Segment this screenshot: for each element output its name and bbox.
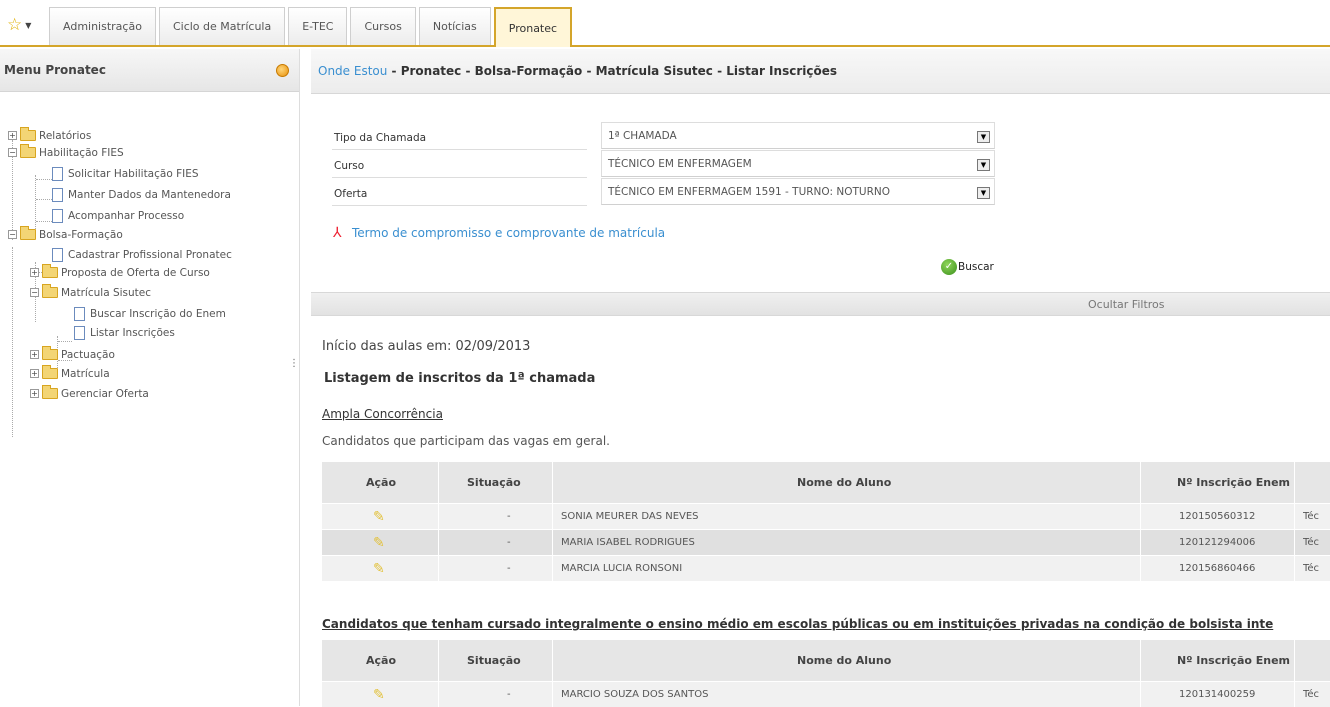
header-acao: Ação bbox=[366, 654, 397, 667]
table-row: ✎ - MARCIA LUCIA RONSONI 120156860466 Té… bbox=[322, 555, 1330, 581]
document-icon bbox=[74, 325, 85, 340]
inscritos-table-ampla: Ação Situação Nome do Aluno Nº Inscrição… bbox=[322, 462, 1330, 581]
folder-icon bbox=[20, 226, 36, 240]
ocultar-filtros-bar[interactable]: Ocultar Filtros bbox=[311, 292, 1330, 316]
table-row: ✎ - MARIA ISABEL RODRIGUES 120121294006 … bbox=[322, 529, 1330, 555]
expand-icon[interactable]: + bbox=[8, 131, 17, 140]
expand-icon[interactable]: + bbox=[30, 350, 39, 359]
termo-compromisso-link[interactable]: ⅄ Termo de compromisso e comprovante de … bbox=[333, 226, 665, 240]
candidatos-description: Candidatos que participam das vagas em g… bbox=[322, 434, 610, 448]
document-icon bbox=[74, 306, 85, 321]
collapse-icon[interactable] bbox=[276, 64, 289, 77]
tab-bar: Administração Ciclo de Matrícula E-TEC C… bbox=[49, 7, 573, 47]
sidebar-item-matricula-sisutec[interactable]: − Matrícula Sisutec bbox=[30, 284, 151, 301]
tab-pronatec[interactable]: Pronatec bbox=[493, 7, 573, 47]
edit-icon[interactable]: ✎ bbox=[373, 562, 387, 576]
chevron-down-icon: ▼ bbox=[25, 20, 32, 30]
folder-icon bbox=[20, 127, 36, 141]
sidebar-item-listar-inscricoes[interactable]: Listar Inscrições bbox=[74, 324, 175, 341]
collapse-node-icon[interactable]: − bbox=[8, 148, 17, 157]
header-situacao: Situação bbox=[467, 476, 521, 489]
filter-tipo-chamada: Tipo da Chamada 1ª CHAMADA ▼ bbox=[332, 122, 995, 150]
folder-icon bbox=[42, 264, 58, 278]
breadcrumb-link[interactable]: Onde Estou bbox=[318, 64, 387, 78]
sidebar-item-manter-dados[interactable]: Manter Dados da Mantenedora bbox=[52, 186, 231, 203]
tipo-chamada-select[interactable]: 1ª CHAMADA ▼ bbox=[601, 122, 995, 149]
tab-ciclo-de-matricula[interactable]: Ciclo de Matrícula bbox=[158, 7, 286, 45]
dropdown-arrow-icon[interactable]: ▼ bbox=[977, 187, 990, 199]
filter-label: Tipo da Chamada bbox=[334, 132, 427, 144]
edit-icon[interactable]: ✎ bbox=[373, 688, 387, 702]
document-icon bbox=[52, 187, 63, 202]
header-acao: Ação bbox=[366, 476, 397, 489]
main-content: Onde Estou - Pronatec - Bolsa-Formação -… bbox=[311, 49, 1330, 707]
table-row: ✎ - MARCIO SOUZA DOS SANTOS 120131400259… bbox=[322, 681, 1330, 707]
inscritos-table-escolas: Ação Situação Nome do Aluno Nº Inscrição… bbox=[322, 640, 1330, 707]
folder-icon bbox=[20, 144, 36, 158]
collapse-node-icon[interactable]: − bbox=[8, 230, 17, 239]
favorites-menu[interactable]: ☆ ▼ bbox=[7, 15, 43, 35]
filter-label: Curso bbox=[334, 160, 365, 172]
header-inscricao: Nº Inscrição Enem bbox=[1177, 476, 1291, 489]
ampla-concorrencia-heading: Ampla Concorrência bbox=[322, 407, 443, 421]
expand-icon[interactable]: + bbox=[30, 369, 39, 378]
tab-administracao[interactable]: Administração bbox=[49, 7, 156, 45]
oferta-select[interactable]: TÉCNICO EM ENFERMAGEM 1591 - TURNO: NOTU… bbox=[601, 178, 995, 205]
folder-icon bbox=[42, 346, 58, 360]
table-header: Ação Situação Nome do Aluno Nº Inscrição… bbox=[322, 640, 1330, 681]
document-icon bbox=[52, 247, 63, 262]
header-inscricao: Nº Inscrição Enem bbox=[1177, 654, 1291, 667]
edit-icon[interactable]: ✎ bbox=[373, 536, 387, 550]
ocultar-filtros-label: Ocultar Filtros bbox=[1088, 298, 1165, 311]
document-icon bbox=[52, 208, 63, 223]
folder-icon bbox=[42, 284, 58, 298]
curso-select[interactable]: TÉCNICO EM ENFERMAGEM ▼ bbox=[601, 150, 995, 177]
sidebar-item-buscar-inscricao[interactable]: Buscar Inscrição do Enem bbox=[74, 305, 226, 322]
sidebar-header: Menu Pronatec bbox=[0, 49, 299, 92]
sidebar-title: Menu Pronatec bbox=[4, 63, 106, 77]
filter-label: Oferta bbox=[334, 188, 368, 200]
sidebar-item-pactuacao[interactable]: + Pactuação bbox=[30, 346, 115, 363]
sidebar-item-relatorios[interactable]: + Relatórios bbox=[8, 127, 91, 144]
star-icon: ☆ bbox=[7, 14, 23, 35]
buscar-button[interactable]: ✓ Buscar bbox=[941, 259, 994, 275]
filter-oferta: Oferta TÉCNICO EM ENFERMAGEM 1591 - TURN… bbox=[332, 178, 995, 206]
folder-icon bbox=[42, 385, 58, 399]
check-icon: ✓ bbox=[941, 259, 957, 275]
splitter-handle[interactable]: ⋮ bbox=[289, 358, 299, 369]
sidebar: Menu Pronatec + Relatórios − Habilitação F… bbox=[0, 49, 300, 706]
header-situacao: Situação bbox=[467, 654, 521, 667]
document-icon bbox=[52, 166, 63, 181]
sidebar-item-bolsa-formacao[interactable]: − Bolsa-Formação bbox=[8, 226, 123, 243]
dropdown-arrow-icon[interactable]: ▼ bbox=[977, 131, 990, 143]
sidebar-item-habilitacao-fies[interactable]: − Habilitação FIES bbox=[8, 144, 124, 161]
tab-noticias[interactable]: Notícias bbox=[418, 7, 491, 45]
edit-icon[interactable]: ✎ bbox=[373, 510, 387, 524]
table-header: Ação Situação Nome do Aluno Nº Inscrição… bbox=[322, 462, 1330, 503]
sidebar-item-matricula[interactable]: + Matrícula bbox=[30, 365, 110, 382]
sidebar-item-proposta-oferta[interactable]: + Proposta de Oferta de Curso bbox=[30, 264, 210, 281]
filter-curso: Curso TÉCNICO EM ENFERMAGEM ▼ bbox=[332, 150, 995, 178]
pdf-icon: ⅄ bbox=[333, 225, 342, 241]
inicio-aulas: Início das aulas em: 02/09/2013 bbox=[322, 339, 531, 354]
folder-icon bbox=[42, 365, 58, 379]
sidebar-item-cadastrar-profissional[interactable]: Cadastrar Profissional Pronatec bbox=[52, 246, 232, 263]
escolas-publicas-heading: Candidatos que tenham cursado integralme… bbox=[322, 617, 1274, 631]
tab-e-tec[interactable]: E-TEC bbox=[288, 7, 348, 45]
breadcrumb-path: - Pronatec - Bolsa-Formação - Matrícula … bbox=[387, 64, 837, 78]
table-row: ✎ - SONIA MEURER DAS NEVES 120150560312 … bbox=[322, 503, 1330, 529]
expand-icon[interactable]: + bbox=[30, 389, 39, 398]
top-navigation: ☆ ▼ Administração Ciclo de Matrícula E-T… bbox=[0, 0, 1330, 47]
expand-icon[interactable]: + bbox=[30, 268, 39, 277]
collapse-node-icon[interactable]: − bbox=[30, 288, 39, 297]
listagem-title: Listagem de inscritos da 1ª chamada bbox=[324, 371, 596, 386]
header-nome: Nome do Aluno bbox=[797, 654, 892, 667]
breadcrumb: Onde Estou - Pronatec - Bolsa-Formação -… bbox=[311, 49, 1330, 94]
sidebar-item-acompanhar-processo[interactable]: Acompanhar Processo bbox=[52, 207, 184, 224]
tab-cursos[interactable]: Cursos bbox=[350, 7, 416, 45]
sidebar-item-solicitar-habilitacao[interactable]: Solicitar Habilitação FIES bbox=[52, 165, 199, 182]
header-nome: Nome do Aluno bbox=[797, 476, 892, 489]
sidebar-item-gerenciar-oferta[interactable]: + Gerenciar Oferta bbox=[30, 385, 149, 402]
dropdown-arrow-icon[interactable]: ▼ bbox=[977, 159, 990, 171]
